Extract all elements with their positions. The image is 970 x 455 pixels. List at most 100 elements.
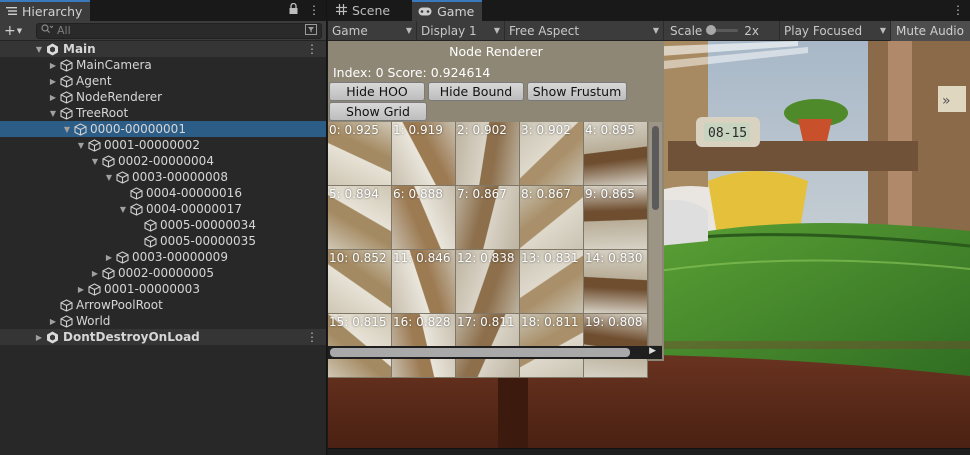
hierarchy-row[interactable]: ▼ 0001-00000002 <box>0 137 326 153</box>
expand-arrow-down-icon[interactable]: ▼ <box>47 109 59 118</box>
hierarchy-row-label: MainCamera <box>76 58 152 72</box>
horizontal-scrollbar[interactable]: ▶ <box>328 346 662 359</box>
hierarchy-row[interactable]: ▶ World <box>0 313 326 329</box>
hierarchy-row-label: Main <box>63 42 96 56</box>
expand-arrow-right-icon[interactable]: ▶ <box>47 61 59 70</box>
lock-icon[interactable] <box>289 2 298 17</box>
expand-arrow-down-icon[interactable]: ▼ <box>33 45 45 54</box>
vertical-scrollbar-thumb[interactable] <box>652 126 659 210</box>
node-thumbnail[interactable]: 13: 0.831 <box>520 250 584 314</box>
hierarchy-row[interactable]: ▶ 0002-00000005 <box>0 265 326 281</box>
game-viewport[interactable]: 08-15 » Node Renderer Index: 0 Score: 0. <box>328 41 970 448</box>
filter-icon[interactable] <box>305 23 317 38</box>
expand-arrow-right-icon[interactable]: ▶ <box>33 333 45 342</box>
gameobject-cube-icon <box>101 154 115 168</box>
scale-slider[interactable] <box>706 25 739 35</box>
unity-scene-icon <box>45 330 59 344</box>
row-menu-icon[interactable]: ⋮ <box>306 42 318 56</box>
node-thumbnail[interactable]: 10: 0.852 <box>328 250 392 314</box>
hierarchy-row[interactable]: ▶ MainCamera <box>0 57 326 73</box>
node-thumbnail[interactable]: 7: 0.867 <box>456 186 520 250</box>
chevron-down-icon: ▼ <box>405 26 412 35</box>
expand-arrow-down-icon[interactable]: ▼ <box>89 157 101 166</box>
scale-slider-knob[interactable] <box>706 25 717 35</box>
add-object-button[interactable]: + ▼ <box>4 23 28 39</box>
tab-scene[interactable]: Scene <box>328 0 398 21</box>
hierarchy-row[interactable]: ▶0004-00000016 <box>0 185 326 201</box>
node-renderer-title: Node Renderer <box>449 44 543 59</box>
mute-audio-toggle[interactable]: Mute Audio <box>891 20 970 41</box>
hide-hoo-button[interactable]: Hide HOO <box>329 82 425 101</box>
chevron-down-icon: ▼ <box>16 26 23 35</box>
show-frustum-button[interactable]: Show Frustum <box>527 82 627 101</box>
show-grid-button[interactable]: Show Grid <box>329 102 427 121</box>
expand-arrow-right-icon[interactable]: ▶ <box>47 77 59 86</box>
display-dropdown[interactable]: Display 1 ▼ <box>417 20 505 41</box>
tab-game[interactable]: Game <box>412 0 483 21</box>
hierarchy-row[interactable]: ▶ 0001-00000003 <box>0 281 326 297</box>
scale-value: 2x <box>744 23 760 38</box>
tab-hierarchy[interactable]: Hierarchy <box>0 0 91 21</box>
expand-arrow-right-icon[interactable]: ▶ <box>47 93 59 102</box>
expand-arrow-right-icon[interactable]: ▶ <box>47 317 59 326</box>
hierarchy-row[interactable]: ▶0005-00000034 <box>0 217 326 233</box>
expand-arrow-right-icon[interactable]: ▶ <box>89 269 101 278</box>
hierarchy-scene-row[interactable]: ▼ Main ⋮ <box>0 41 326 57</box>
expand-arrow-down-icon[interactable]: ▼ <box>103 173 115 182</box>
expand-arrow-right-icon[interactable]: ▶ <box>75 285 87 294</box>
hierarchy-row-label: DontDestroyOnLoad <box>63 330 200 344</box>
node-thumbnail[interactable]: 9: 0.865 <box>584 186 648 250</box>
expand-arrow-right-icon[interactable]: ▶ <box>103 253 115 262</box>
expand-arrow-down-icon[interactable]: ▼ <box>75 141 87 150</box>
hierarchy-row[interactable]: ▼ 0000-00000001 <box>0 121 326 137</box>
more-options-icon[interactable]: ⋮ <box>308 3 320 17</box>
expand-arrow-down-icon[interactable]: ▼ <box>61 125 73 134</box>
node-thumbnail-score: 15: 0.815 <box>329 315 387 329</box>
node-thumbnail[interactable]: 5: 0.894 <box>328 186 392 250</box>
scroll-right-arrow-icon[interactable]: ▶ <box>649 346 656 356</box>
gameobject-cube-icon <box>143 218 157 232</box>
aspect-dropdown[interactable]: Free Aspect ▼ <box>505 20 664 41</box>
expand-arrow-down-icon[interactable]: ▼ <box>117 205 129 214</box>
hierarchy-row[interactable]: ▶ Agent <box>0 73 326 89</box>
node-thumbnail-score: 16: 0.828 <box>393 315 451 329</box>
game-bottom-strip <box>328 448 970 455</box>
node-thumbnail[interactable]: 11: 0.846 <box>392 250 456 314</box>
node-thumbnail[interactable]: 6: 0.888 <box>392 186 456 250</box>
hierarchy-tabbar: Hierarchy ⋮ <box>0 0 326 21</box>
play-mode-dropdown[interactable]: Play Focused ▼ <box>780 20 891 41</box>
hide-bound-button[interactable]: Hide Bound <box>428 82 524 101</box>
hierarchy-row[interactable]: ▶0005-00000035 <box>0 233 326 249</box>
node-thumbnail[interactable]: 2: 0.902 <box>456 122 520 186</box>
node-thumbnail[interactable]: 1: 0.919 <box>392 122 456 186</box>
node-thumbnail-score: 13: 0.831 <box>521 251 579 265</box>
hierarchy-scene-row[interactable]: ▶ DontDestroyOnLoad ⋮ <box>0 329 326 345</box>
node-thumbnail[interactable]: 3: 0.902 <box>520 122 584 186</box>
node-thumbnail-score: 5: 0.894 <box>329 187 379 201</box>
game-mode-dropdown[interactable]: Game ▼ <box>328 20 417 41</box>
node-thumbnail-grid: 0: 0.925 1: 0.919 2: 0.902 3: 0.902 4: 0.895… <box>328 122 648 378</box>
hierarchy-row[interactable]: ▶ NodeRenderer <box>0 89 326 105</box>
display-value: Display 1 <box>421 23 477 38</box>
mute-audio-label: Mute Audio <box>896 23 964 38</box>
node-thumbnail[interactable]: 4: 0.895 <box>584 122 648 186</box>
hierarchy-row[interactable]: ▼ 0002-00000004 <box>0 153 326 169</box>
chevron-down-icon: ▼ <box>652 26 659 35</box>
hierarchy-row[interactable]: ▼ 0004-00000017 <box>0 201 326 217</box>
vertical-scrollbar[interactable] <box>649 122 662 345</box>
hierarchy-row[interactable]: ▼ TreeRoot <box>0 105 326 121</box>
svg-text:»: » <box>942 93 951 109</box>
node-thumbnail[interactable]: 12: 0.838 <box>456 250 520 314</box>
hierarchy-row[interactable]: ▼ 0003-00000008 <box>0 169 326 185</box>
more-options-icon[interactable]: ⋮ <box>952 3 964 17</box>
node-thumbnail[interactable]: 8: 0.867 <box>520 186 584 250</box>
scale-control: Scale 2x <box>664 20 780 41</box>
hierarchy-row[interactable]: ▶ 0003-00000009 <box>0 249 326 265</box>
row-menu-icon[interactable]: ⋮ <box>306 330 318 344</box>
horizontal-scrollbar-thumb[interactable] <box>330 348 630 357</box>
hierarchy-row[interactable]: ▶ArrowPoolRoot <box>0 297 326 313</box>
node-thumbnail[interactable]: 14: 0.830 <box>584 250 648 314</box>
search-input[interactable] <box>57 24 277 37</box>
node-thumbnail[interactable]: 0: 0.925 <box>328 122 392 186</box>
hierarchy-search[interactable] <box>36 22 322 39</box>
